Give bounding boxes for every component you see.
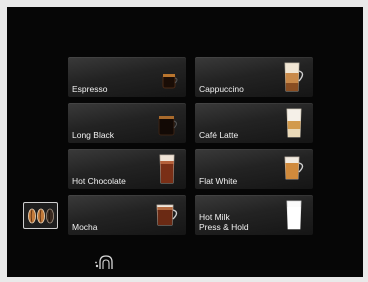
- drink-tile-espresso[interactable]: Espresso: [68, 57, 186, 97]
- drink-tile-hot-chocolate[interactable]: Hot Chocolate: [68, 149, 186, 189]
- hot-chocolate-glass-icon: [159, 154, 175, 184]
- drink-label: Hot Chocolate: [72, 176, 126, 186]
- latte-glass-icon: [286, 108, 302, 138]
- drink-label: Café Latte: [199, 130, 239, 140]
- drink-tile-cafe-latte[interactable]: Café Latte: [195, 103, 313, 143]
- drink-tile-cappuccino[interactable]: Cappuccino: [195, 57, 313, 97]
- drink-label: Cappuccino: [199, 84, 244, 94]
- coffee-machine-screen: Espresso Cappuccino Long Black Café Latt…: [7, 7, 363, 277]
- strength-button[interactable]: [23, 202, 58, 229]
- cleaning-icon[interactable]: [94, 253, 116, 271]
- drink-tile-mocha[interactable]: Mocha: [68, 195, 186, 235]
- cappuccino-glass-icon: [284, 62, 304, 92]
- espresso-cup-icon: [162, 74, 178, 89]
- flat-white-glass-icon: [284, 156, 304, 180]
- drink-label: Flat White: [199, 176, 238, 186]
- drink-label: Long Black: [72, 130, 115, 140]
- hot-milk-glass-icon: [286, 200, 302, 230]
- drink-tile-long-black[interactable]: Long Black: [68, 103, 186, 143]
- mocha-glass-icon: [156, 204, 178, 226]
- drink-tile-hot-milk[interactable]: Hot Milk Press & Hold: [195, 195, 313, 235]
- drink-tile-flat-white[interactable]: Flat White: [195, 149, 313, 189]
- drink-label: Mocha: [72, 222, 98, 232]
- drink-label: Hot Milk Press & Hold: [199, 212, 249, 232]
- long-black-cup-icon: [158, 116, 177, 136]
- drink-label: Espresso: [72, 84, 108, 94]
- coffee-beans-icon: [28, 208, 54, 224]
